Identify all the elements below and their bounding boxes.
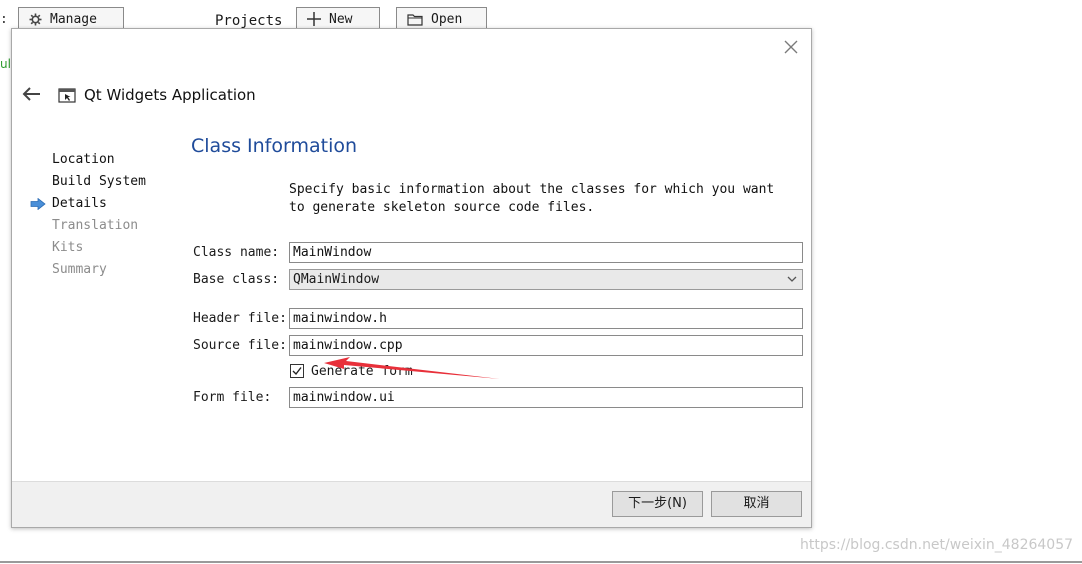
next-button[interactable]: 下一步(N) xyxy=(612,491,703,517)
source-file-input[interactable] xyxy=(289,335,803,356)
step-build-system: Build System xyxy=(30,171,146,193)
gear-icon xyxy=(29,13,42,25)
step-label: Details xyxy=(52,196,107,211)
background-green-text: ul xyxy=(0,57,11,71)
header-file-input[interactable] xyxy=(289,308,803,329)
step-details: Details xyxy=(30,193,146,215)
projects-label: Projects xyxy=(215,13,283,29)
step-label: Kits xyxy=(52,240,84,255)
generate-form-checkbox[interactable] xyxy=(290,364,304,378)
folder-icon xyxy=(407,13,423,26)
form-file-input[interactable] xyxy=(289,387,803,408)
wizard-footer: 下一步(N) 取消 xyxy=(12,481,811,527)
close-icon[interactable] xyxy=(783,39,799,55)
step-label: Summary xyxy=(52,262,107,277)
step-kits: Kits xyxy=(30,237,146,259)
base-class-combo[interactable]: QMainWindow xyxy=(289,269,803,290)
header-file-label: Header file: xyxy=(193,311,287,326)
plus-icon xyxy=(307,12,321,26)
left-edge-mark: : xyxy=(0,12,8,27)
back-arrow-icon[interactable] xyxy=(22,86,42,102)
wizard-title: Qt Widgets Application xyxy=(84,86,256,104)
form-file-label: Form file: xyxy=(193,390,272,405)
step-label: Location xyxy=(52,152,115,167)
bottom-divider xyxy=(0,561,1082,563)
manage-button-label: Manage xyxy=(50,11,97,27)
new-project-wizard-dialog: Qt Widgets Application Location Build Sy… xyxy=(11,28,812,528)
step-label: Translation xyxy=(52,218,139,233)
step-location: Location xyxy=(30,149,146,171)
step-label: Build System xyxy=(52,174,146,189)
current-step-arrow-icon xyxy=(30,198,46,210)
source-file-label: Source file: xyxy=(193,338,287,353)
generate-form-label: Generate form xyxy=(311,364,413,379)
new-button-label: New xyxy=(329,11,353,27)
class-name-label: Class name: xyxy=(193,245,280,260)
chevron-down-icon xyxy=(787,276,797,282)
wizard-steps: Location Build System Details Translatio… xyxy=(30,149,146,281)
application-window-icon xyxy=(58,88,76,103)
class-name-input[interactable] xyxy=(289,242,803,263)
open-button-label: Open xyxy=(431,11,463,27)
page-title: Class Information xyxy=(191,135,358,157)
base-class-value: QMainWindow xyxy=(293,272,380,287)
base-class-label: Base class: xyxy=(193,272,280,287)
cancel-button[interactable]: 取消 xyxy=(711,491,802,517)
page-description: Specify basic information about the clas… xyxy=(289,182,775,215)
step-summary: Summary xyxy=(30,259,146,281)
step-translation: Translation xyxy=(30,215,146,237)
watermark: https://blog.csdn.net/weixin_48264057 xyxy=(800,537,1074,553)
checkmark-icon xyxy=(292,367,302,376)
